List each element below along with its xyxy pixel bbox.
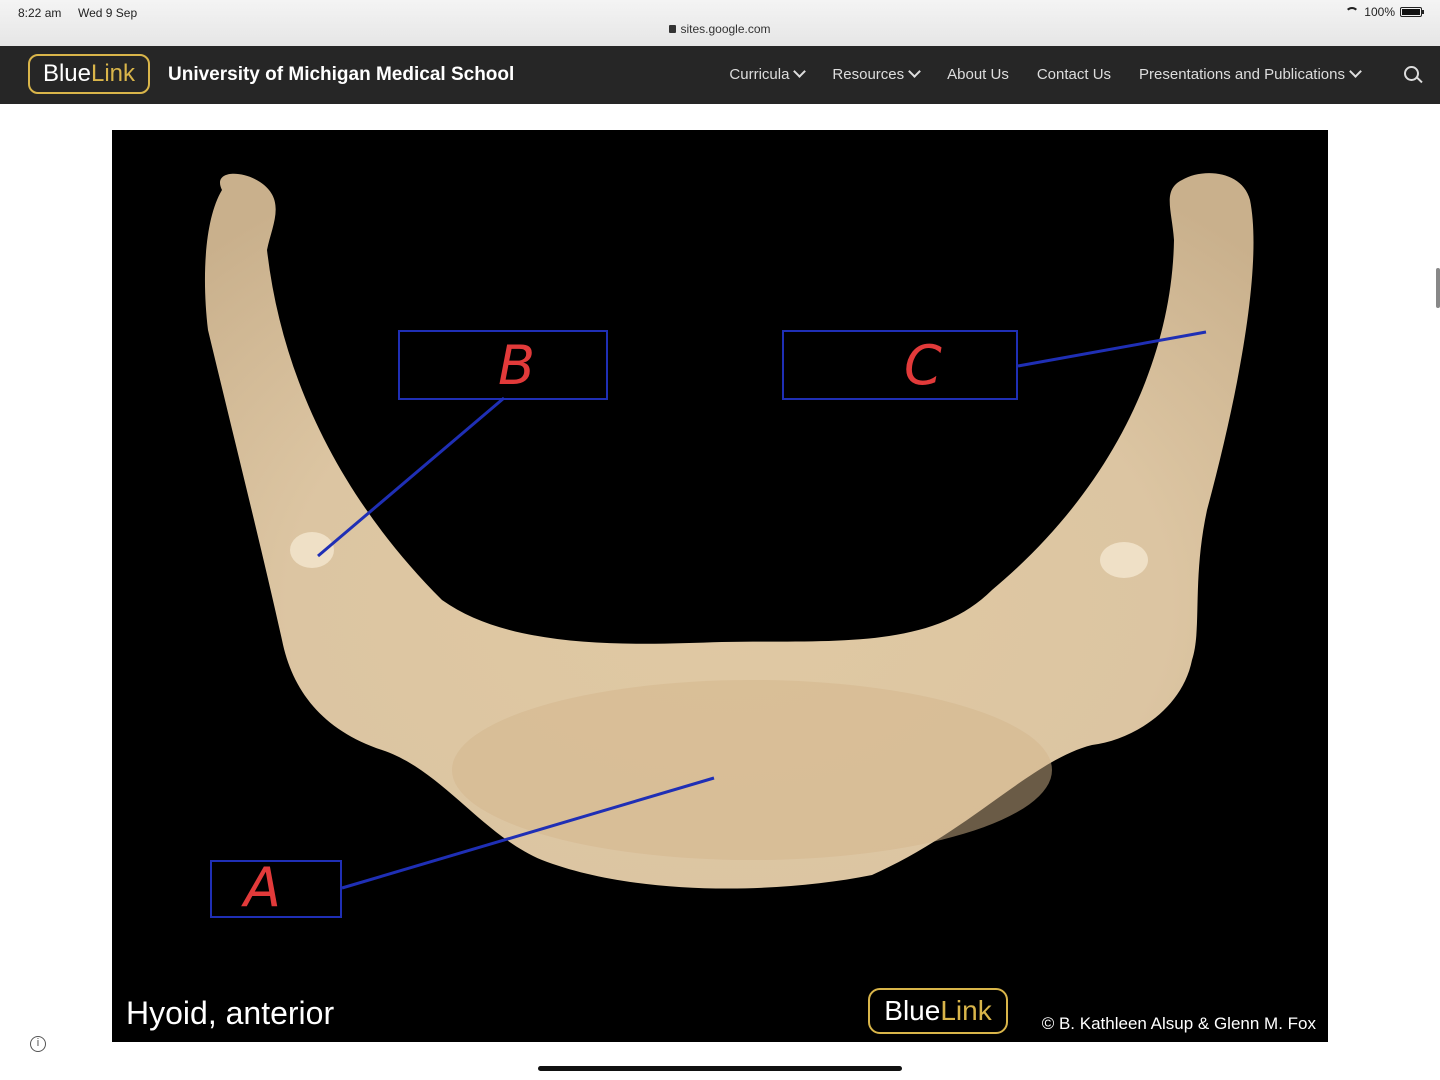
lesser-horn-left	[290, 532, 334, 568]
figure-copyright: © B. Kathleen Alsup & Glenn M. Fox	[1041, 1014, 1316, 1033]
nav-resources-label: Resources	[832, 66, 905, 83]
nav-curricula[interactable]: Curricula	[729, 65, 807, 83]
site-title[interactable]: University of Michigan Medical School	[168, 64, 514, 86]
bluelink-logo[interactable]: BlueLink	[28, 54, 150, 94]
status-time: 8:22 am	[18, 6, 62, 20]
lock-icon	[669, 25, 677, 33]
device-status-bar: 8:22 am Wed 9 Sep sites.google.com 100%	[0, 0, 1440, 46]
label-letter-b: B	[498, 334, 536, 397]
info-icon[interactable]: i	[30, 1036, 46, 1052]
battery-icon	[1400, 7, 1424, 17]
label-letter-a: A	[244, 856, 281, 919]
status-indicators: 100%	[1345, 5, 1424, 19]
lesser-horn-right	[1100, 542, 1148, 578]
nav-contact-label: Contact Us	[1036, 66, 1112, 83]
nav-contact[interactable]: Contact Us	[1037, 66, 1111, 83]
site-header: BlueLink University of Michigan Medical …	[0, 46, 1440, 104]
status-date: Wed 9 Sep	[78, 6, 138, 20]
wifi-icon	[1345, 7, 1360, 17]
logo-text-link: Link	[91, 60, 136, 87]
figure-bluelink-logo: BlueLink	[868, 988, 1008, 1034]
chevron-down-icon	[793, 65, 807, 78]
label-letter-c: C	[904, 334, 942, 397]
chevron-down-icon	[908, 65, 921, 78]
anatomy-figure: B C A Hyoid, anterior BlueLink © B. Kath…	[112, 130, 1328, 1042]
pointer-line-b	[317, 396, 505, 558]
search-icon[interactable]	[1404, 66, 1422, 84]
address-bar[interactable]: sites.google.com	[0, 22, 1440, 36]
scrollbar-handle[interactable]	[1436, 268, 1440, 308]
main-nav: Curricula Resources About Us Contact Us …	[729, 65, 1362, 83]
hyoid-body-shading	[452, 680, 1052, 860]
home-indicator[interactable]	[538, 1066, 902, 1071]
logo-text-blue: Blue	[42, 60, 91, 87]
label-box-c[interactable]	[782, 330, 1018, 400]
nav-curricula-label: Curricula	[729, 66, 790, 83]
figure-caption: Hyoid, anterior	[126, 995, 335, 1031]
nav-resources[interactable]: Resources	[832, 65, 921, 83]
figure-logo-text-link: Link	[940, 995, 992, 1026]
nav-presentations-label: Presentations and Publications	[1139, 66, 1345, 83]
address-url: sites.google.com	[680, 22, 771, 36]
nav-presentations[interactable]: Presentations and Publications	[1139, 65, 1362, 83]
figure-logo-text-blue: Blue	[884, 995, 941, 1026]
chevron-down-icon	[1349, 65, 1362, 78]
nav-about[interactable]: About Us	[947, 66, 1009, 83]
nav-about-label: About Us	[947, 66, 1009, 83]
battery-percent: 100%	[1364, 5, 1395, 19]
